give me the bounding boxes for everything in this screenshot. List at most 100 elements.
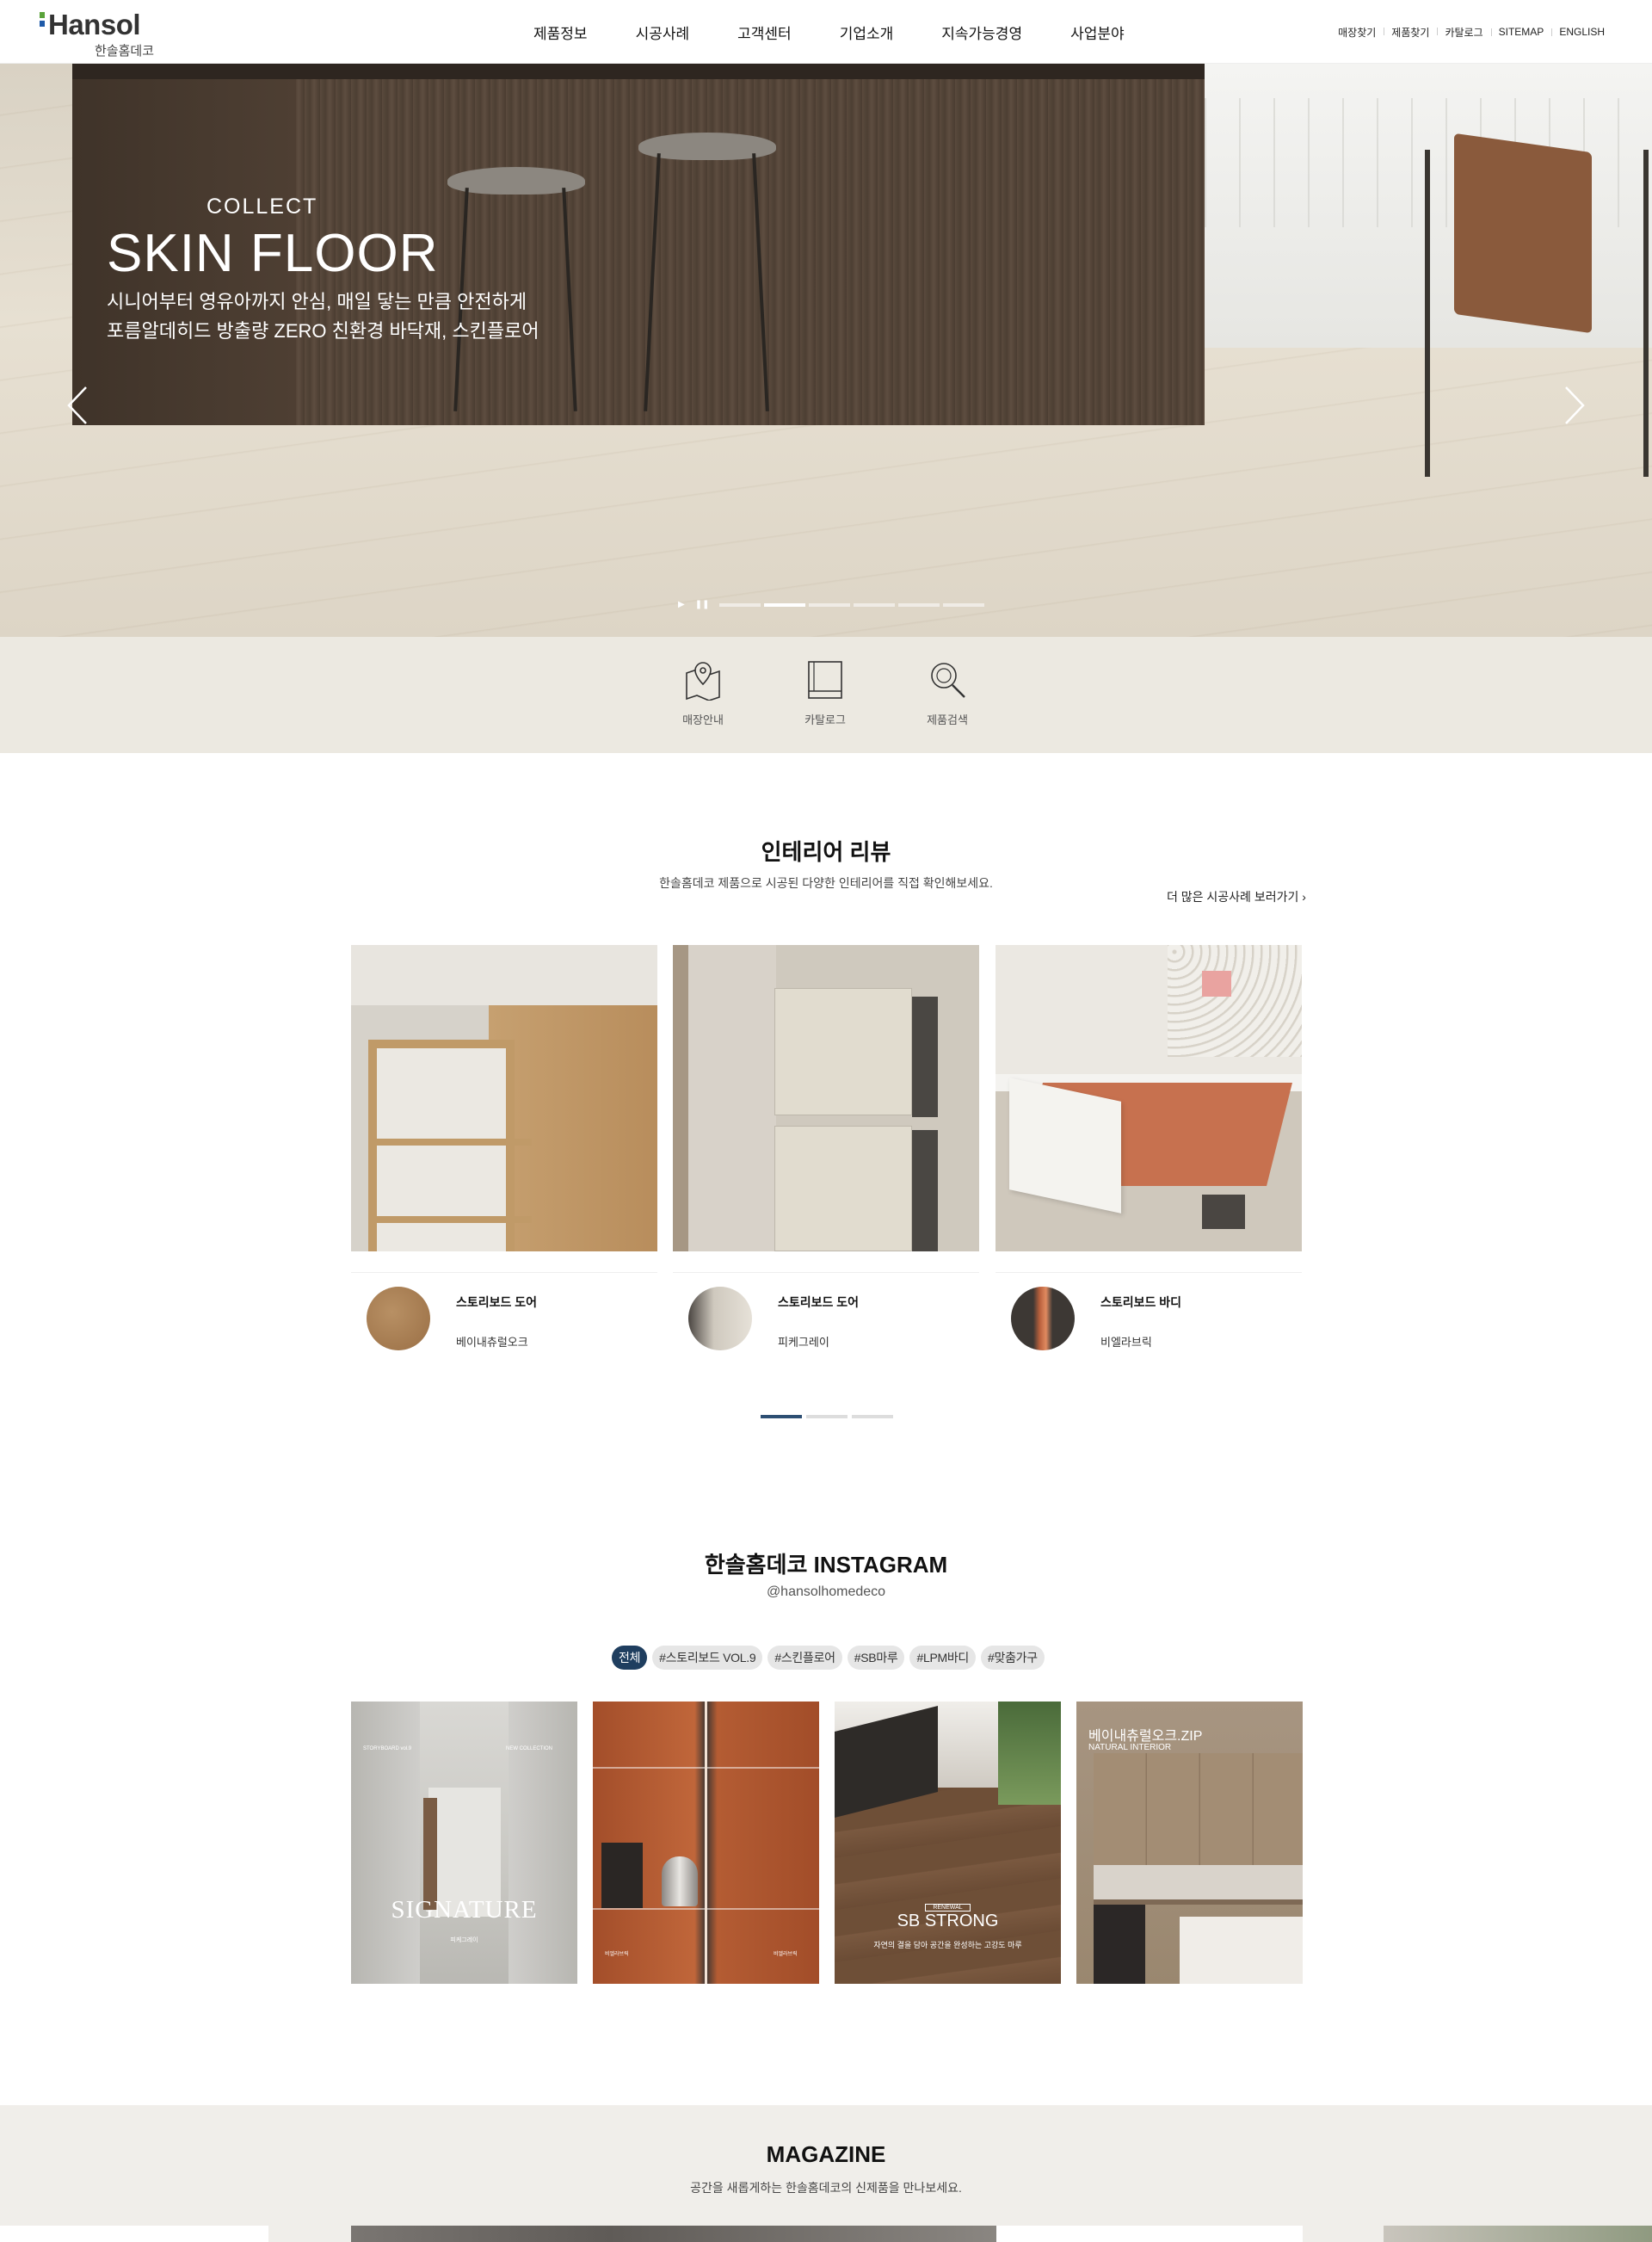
- site-header: Hansol 한솔홈데코 제품정보 시공사례 고객센터 기업소개 지속가능경영 …: [0, 0, 1652, 64]
- map-pin-icon: [686, 662, 720, 701]
- quick-product-search[interactable]: 제품검색: [904, 659, 990, 727]
- post-badge: RENEWAL: [925, 1904, 971, 1912]
- review-pager: [761, 1415, 897, 1418]
- review-card-product: 스토리보드 도어: [456, 1295, 538, 1309]
- hero-slider: COLLECT SKIN FLOOR 시니어부터 영유아까지 안심, 매일 닿는…: [0, 64, 1652, 637]
- swatch-thumbnail: [688, 1287, 752, 1350]
- instagram-post[interactable]: STORYBOARD vol.9 NEW COLLECTION SIGNATUR…: [351, 1702, 577, 1984]
- pause-icon[interactable]: ❚❚: [695, 600, 710, 609]
- quick-label: 제품검색: [927, 713, 968, 726]
- review-card-info: 스토리보드 도어 피케그레이: [673, 1272, 979, 1358]
- tag-lpm-body[interactable]: #LPM바디: [909, 1646, 977, 1670]
- slide-indicator[interactable]: [809, 602, 851, 607]
- hero-desc-line1: 시니어부터 영유아까지 안심, 매일 닿는 만큼 안전하게: [107, 291, 527, 312]
- review-card[interactable]: 스토리보드 도어 피케그레이: [673, 945, 979, 1358]
- post-overlay: 베이내츄럴오크.ZIP: [1088, 1729, 1203, 1744]
- magazine-card-text[interactable]: [996, 2226, 1303, 2242]
- instagram-post[interactable]: 비엘라브릭 비엘라브릭: [593, 1702, 819, 1984]
- post-caption: 자연의 결을 담아 공간을 완성하는 고강도 마루: [873, 1941, 1022, 1949]
- hero-controls: ▶ ❚❚: [678, 600, 988, 609]
- instagram-tag-filter: 전체 #스토리보드 VOL.9 #스킨플로어 #SB마루 #LPM바디 #맞춤가…: [612, 1646, 1050, 1670]
- nav-products[interactable]: 제품정보: [533, 22, 588, 43]
- review-card[interactable]: 스토리보드 도어 베이내츄럴오크: [351, 945, 657, 1358]
- nav-company[interactable]: 기업소개: [840, 22, 894, 43]
- magazine-card-next[interactable]: [1384, 2226, 1652, 2242]
- review-card-image: [996, 945, 1302, 1251]
- review-card-color: 비엘라브릭: [1100, 1336, 1152, 1349]
- nav-sustainability[interactable]: 지속가능경영: [941, 22, 1022, 43]
- hero-title: SKIN FLOOR: [107, 224, 439, 283]
- search-icon: [931, 663, 965, 698]
- chair-leather-seat: [1454, 133, 1592, 334]
- magazine-subtitle: 공간을 새롭게하는 한솔홈데코의 신제품을 만나보세요.: [690, 2181, 962, 2195]
- magazine-title: MAGAZINE: [766, 2141, 886, 2167]
- play-icon[interactable]: ▶: [678, 600, 685, 609]
- util-product-finder[interactable]: 제품찾기: [1384, 25, 1437, 40]
- review-pager-bullet[interactable]: [806, 1415, 848, 1418]
- quick-catalog[interactable]: 카탈로그: [782, 659, 868, 727]
- tag-sb-floor[interactable]: #SB마루: [847, 1646, 905, 1670]
- hansol-logo[interactable]: Hansol 한솔홈데코: [40, 9, 160, 59]
- quick-links: 매장안내 카탈로그 제품검색: [0, 637, 1652, 753]
- review-card-image: [351, 945, 657, 1251]
- util-english[interactable]: ENGLISH: [1551, 26, 1612, 38]
- hero-copy: COLLECT SKIN FLOOR 시니어부터 영유아까지 안심, 매일 닿는…: [107, 195, 539, 346]
- logo-wordmark: Hansol: [48, 9, 141, 40]
- post-caption-left: 비엘라브릭: [605, 1952, 629, 1957]
- quick-label: 매장안내: [682, 713, 724, 726]
- review-card-info: 스토리보드 바디 비엘라브릭: [996, 1272, 1302, 1358]
- review-card-product: 스토리보드 도어: [778, 1295, 860, 1309]
- post-caption: NATURAL INTERIOR: [1088, 1743, 1172, 1752]
- review-subtitle: 한솔홈데코 제품으로 시공된 다양한 인테리어를 직접 확인해보세요.: [659, 876, 993, 890]
- slide-indicator-active[interactable]: [764, 602, 806, 607]
- review-pager-bullet-active[interactable]: [761, 1415, 802, 1418]
- post-overlay: SIGNATURE: [391, 1896, 538, 1924]
- tag-skin-floor[interactable]: #스킨플로어: [767, 1646, 842, 1670]
- util-sitemap[interactable]: SITEMAP: [1490, 26, 1552, 38]
- swatch-thumbnail: [1011, 1287, 1075, 1350]
- review-card-product: 스토리보드 바디: [1100, 1295, 1182, 1309]
- slide-indicator[interactable]: [898, 602, 940, 607]
- chevron-right-icon: ›: [1302, 890, 1306, 904]
- hero-island-top: [72, 64, 1205, 79]
- post-overlay: SB STRONG: [897, 1912, 999, 1930]
- slide-indicator[interactable]: [943, 602, 985, 607]
- tag-custom-furniture[interactable]: #맞춤가구: [981, 1646, 1045, 1670]
- swatch-thumbnail: [367, 1287, 430, 1350]
- util-catalog[interactable]: 카탈로그: [1437, 25, 1490, 40]
- book-icon: [808, 661, 842, 699]
- slide-indicator[interactable]: [719, 602, 761, 607]
- post-top-right: NEW COLLECTION: [506, 1746, 553, 1751]
- tag-storyboard-vol9[interactable]: #스토리보드 VOL.9: [652, 1646, 763, 1670]
- hero-desc-line2: 포름알데히드 방출량 ZERO 친환경 바닥재, 스킨플로어: [107, 320, 539, 342]
- review-card-image: [673, 945, 979, 1251]
- review-more-link[interactable]: 더 많은 시공사례 보러가기 ›: [1167, 888, 1306, 905]
- instagram-post[interactable]: 베이내츄럴오크.ZIP NATURAL INTERIOR: [1076, 1702, 1303, 1984]
- hero-prev-arrow-icon[interactable]: [60, 384, 95, 427]
- review-more-label: 더 많은 시공사례 보러가기: [1167, 890, 1299, 904]
- slide-indicator[interactable]: [854, 602, 896, 607]
- utility-nav: 매장찾기 제품찾기 카탈로그 SITEMAP ENGLISH: [1330, 0, 1612, 64]
- post-caption-right: 비엘라브릭: [774, 1952, 798, 1957]
- nav-cases[interactable]: 시공사례: [636, 22, 690, 43]
- quick-store-guide[interactable]: 매장안내: [660, 659, 746, 727]
- review-card[interactable]: 스토리보드 바디 비엘라브릭: [996, 945, 1302, 1358]
- post-caption: 피케그레이: [450, 1937, 478, 1943]
- review-card-info: 스토리보드 도어 베이내츄럴오크: [351, 1272, 657, 1358]
- nav-customer-center[interactable]: 고객센터: [737, 22, 792, 43]
- magazine-card-prev[interactable]: [0, 2226, 268, 2242]
- nav-business[interactable]: 사업분야: [1070, 22, 1125, 43]
- post-top-left: STORYBOARD vol.9: [363, 1746, 412, 1751]
- logo-mark: [40, 12, 45, 34]
- main-nav: 제품정보 시공사례 고객센터 기업소개 지속가능경영 사업분야: [533, 0, 1173, 64]
- instagram-title: 한솔홈데코 INSTAGRAM: [704, 1552, 948, 1578]
- logo-subtitle: 한솔홈데코: [95, 44, 155, 59]
- instagram-handle: @hansolhomedeco: [766, 1584, 886, 1599]
- tag-all[interactable]: 전체: [612, 1646, 648, 1670]
- magazine-card[interactable]: [351, 2226, 996, 2242]
- util-store-finder[interactable]: 매장찾기: [1330, 25, 1384, 40]
- quick-label: 카탈로그: [804, 713, 846, 726]
- hero-next-arrow-icon[interactable]: [1557, 384, 1592, 427]
- review-pager-bullet[interactable]: [852, 1415, 893, 1418]
- instagram-post[interactable]: RENEWAL SB STRONG 자연의 결을 담아 공간을 완성하는 고강도…: [835, 1702, 1061, 1984]
